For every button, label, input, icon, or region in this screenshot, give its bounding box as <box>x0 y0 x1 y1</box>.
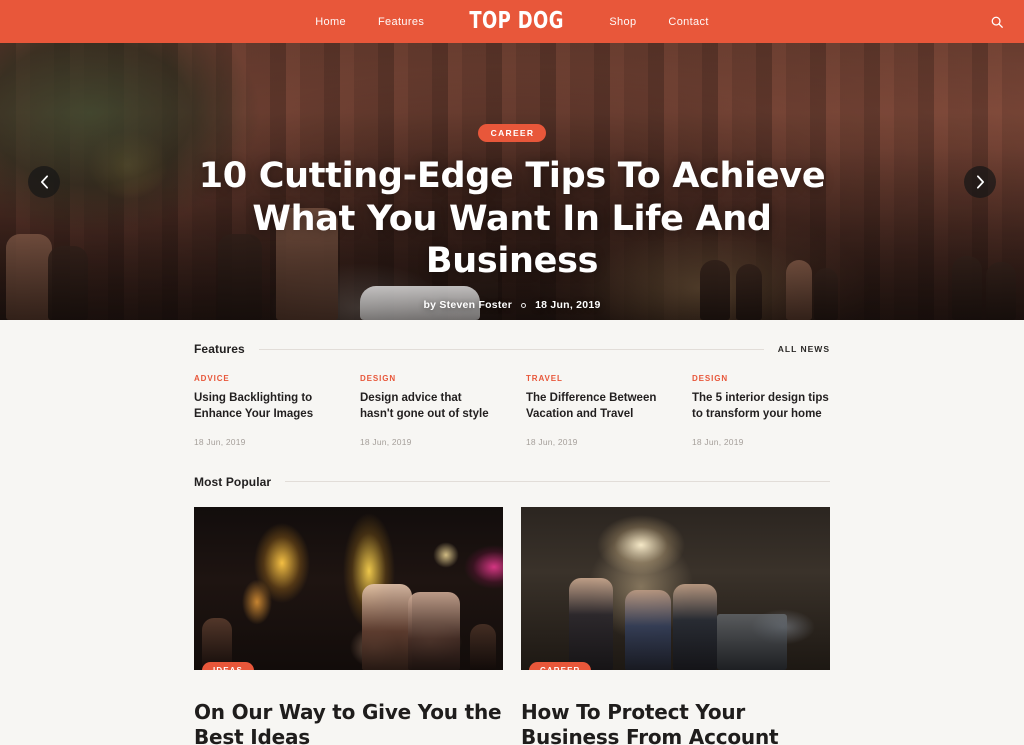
brand-logo[interactable]: TOP DOG <box>457 10 576 33</box>
hero-slider: CAREER 10 Cutting-Edge Tips To Achieve W… <box>0 43 1024 320</box>
section-divider <box>285 481 830 483</box>
feature-date: 18 Jun, 2019 <box>194 436 246 447</box>
search-button[interactable] <box>984 9 1010 35</box>
feature-category[interactable]: DESIGN <box>692 374 830 383</box>
main-content: Features ALL NEWS ADVICE Using Backlight… <box>194 320 830 745</box>
hero-prev-button[interactable] <box>28 165 60 198</box>
popular-grid: IDEAS On Our Way to Give You the Best Id… <box>194 506 830 745</box>
features-grid: ADVICE Using Backlighting to Enhance You… <box>194 374 830 447</box>
features-section: Features ALL NEWS ADVICE Using Backlight… <box>194 342 830 447</box>
popular-section-header: Most Popular <box>194 475 830 489</box>
chevron-right-icon <box>976 174 984 189</box>
main-navigation: Home Features TOP DOG Shop Contact <box>299 10 725 33</box>
hero-meta: by Steven Foster 18 Jun, 2019 <box>60 299 964 311</box>
nav-item-shop[interactable]: Shop <box>593 16 652 28</box>
all-news-link[interactable]: ALL NEWS <box>778 344 830 354</box>
hero-title[interactable]: 10 Cutting-Edge Tips To Achieve What You… <box>192 155 832 283</box>
features-section-title: Features <box>194 342 245 356</box>
hero-next-button[interactable] <box>964 165 996 198</box>
feature-card[interactable]: TRAVEL The Difference Between Vacation a… <box>526 374 664 447</box>
most-popular-section: Most Popular IDEAS On Our Way to Give Yo… <box>194 475 830 745</box>
feature-title[interactable]: Using Backlighting to Enhance Your Image… <box>194 390 332 423</box>
nav-item-home[interactable]: Home <box>299 16 362 28</box>
circle-separator-icon <box>521 302 527 308</box>
features-section-header: Features ALL NEWS <box>194 342 830 356</box>
search-icon <box>991 16 1003 28</box>
popular-card[interactable]: IDEAS On Our Way to Give You the Best Id… <box>194 506 503 745</box>
popular-card-badge[interactable]: CAREER <box>529 661 592 670</box>
feature-title[interactable]: Design advice that hasn't gone out of st… <box>360 390 498 423</box>
popular-card-image[interactable]: CAREER <box>521 506 830 670</box>
hero-date: 18 Jun, 2019 <box>535 299 601 312</box>
feature-date: 18 Jun, 2019 <box>692 436 744 447</box>
nav-item-features[interactable]: Features <box>362 16 440 28</box>
popular-card-title[interactable]: On Our Way to Give You the Best Ideas <box>194 700 503 745</box>
popular-card-title[interactable]: How To Protect Your Business From Accoun… <box>521 700 830 745</box>
chevron-left-icon <box>40 174 48 189</box>
section-divider <box>258 348 764 350</box>
feature-date: 18 Jun, 2019 <box>360 436 412 447</box>
feature-category[interactable]: DESIGN <box>360 374 498 383</box>
popular-card-figures <box>521 507 830 670</box>
popular-card[interactable]: CAREER How To Protect Your Business From… <box>521 506 830 745</box>
feature-card[interactable]: ADVICE Using Backlighting to Enhance You… <box>194 374 332 447</box>
site-header: Home Features TOP DOG Shop Contact <box>0 0 1024 43</box>
feature-title[interactable]: The 5 interior design tips to transform … <box>692 390 830 423</box>
popular-card-figures <box>194 507 503 670</box>
popular-section-title: Most Popular <box>194 474 272 489</box>
hero-category-badge[interactable]: CAREER <box>477 124 547 142</box>
feature-card[interactable]: DESIGN The 5 interior design tips to tra… <box>692 374 830 447</box>
popular-card-badge[interactable]: IDEAS <box>202 661 254 670</box>
nav-item-contact[interactable]: Contact <box>652 16 724 28</box>
feature-title[interactable]: The Difference Between Vacation and Trav… <box>526 390 664 423</box>
feature-category[interactable]: TRAVEL <box>526 374 664 383</box>
hero-content: CAREER 10 Cutting-Edge Tips To Achieve W… <box>0 123 1024 311</box>
feature-date: 18 Jun, 2019 <box>526 436 578 447</box>
feature-card[interactable]: DESIGN Design advice that hasn't gone ou… <box>360 374 498 447</box>
popular-card-image[interactable]: IDEAS <box>194 506 503 670</box>
feature-category[interactable]: ADVICE <box>194 374 332 383</box>
hero-author: by Steven Foster <box>423 299 513 312</box>
